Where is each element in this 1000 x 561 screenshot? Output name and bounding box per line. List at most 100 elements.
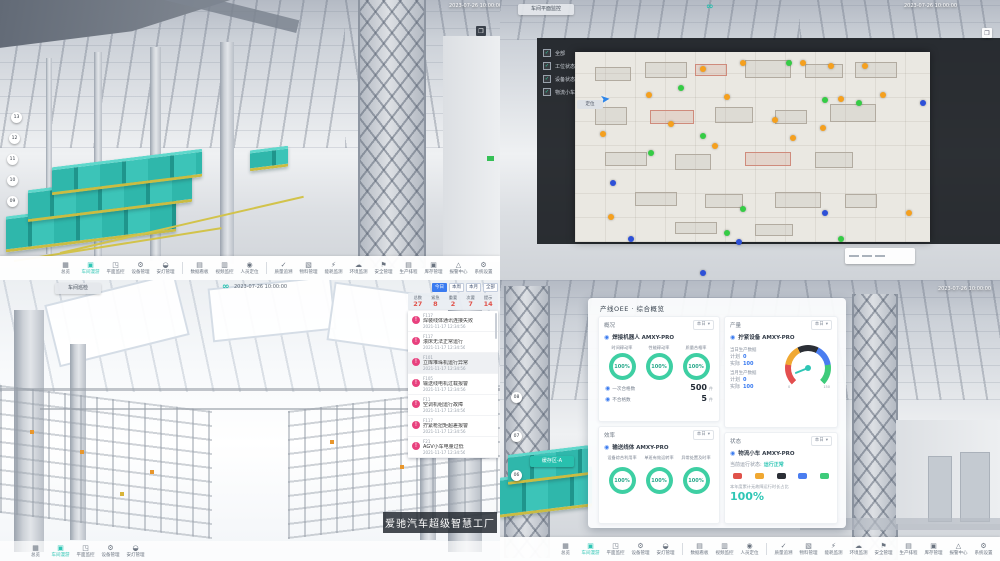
station-marker[interactable]: 06 <box>511 470 522 481</box>
map-scale-panel[interactable] <box>845 248 915 264</box>
toolbar-item[interactable]: ◳ 平面监控 <box>74 544 97 559</box>
station-marker[interactable]: 12 <box>9 133 20 144</box>
toolbar-item[interactable]: ⚡ 能耗监测 <box>822 542 845 557</box>
toolbar-item[interactable]: △ 报警中心 <box>947 542 970 557</box>
scrollbar[interactable] <box>495 313 497 339</box>
status-dot[interactable] <box>856 100 862 106</box>
status-dot[interactable] <box>678 85 684 91</box>
status-dot[interactable] <box>822 97 828 103</box>
toolbar-item[interactable]: ▧ 物料管理 <box>297 261 320 276</box>
toolbar-item[interactable]: ⚙ 设备管理 <box>129 261 152 276</box>
status-dot[interactable] <box>740 60 746 66</box>
legend-row[interactable]: ✓ 设备状态 <box>543 75 615 83</box>
status-dot[interactable] <box>800 60 806 66</box>
toolbar-item[interactable]: ☁ 环境监测 <box>347 261 370 276</box>
status-dot[interactable] <box>668 121 674 127</box>
status-dot[interactable] <box>822 210 828 216</box>
agv-icon[interactable] <box>798 473 807 479</box>
status-dot[interactable] <box>648 150 654 156</box>
toolbar-item[interactable]: ◉ 人员定位 <box>738 542 761 557</box>
agv-icon[interactable] <box>755 473 764 479</box>
toolbar-item[interactable]: ⚙ 设备管理 <box>99 544 122 559</box>
toolbar-item[interactable]: ☁ 环境监测 <box>847 542 870 557</box>
toolbar-item[interactable]: ▤ 数据看板 <box>188 261 211 276</box>
toolbar-item[interactable]: ▤ 数据看板 <box>688 542 711 557</box>
toolbar-item[interactable]: ▣ 车间漫游 <box>579 542 602 557</box>
status-dot[interactable] <box>610 180 616 186</box>
alarm-summary-item[interactable]: 总数 27 <box>409 295 427 308</box>
alarm-list-item[interactable]: ! F117 拧紧枪扭矩超差报警 2021-11-17 12:34:56 <box>408 416 498 437</box>
alarm-filter-chip[interactable]: 全部 <box>483 283 498 292</box>
status-dot[interactable] <box>700 66 706 72</box>
status-dot[interactable] <box>880 92 886 98</box>
view-tab[interactable]: 车间巡检 <box>55 283 101 294</box>
status-dot[interactable] <box>862 63 868 69</box>
status-dot[interactable] <box>700 133 706 139</box>
alarm-list-item[interactable]: ! F105 输送线电机过载报警 2021-11-17 12:34:56 <box>408 374 498 395</box>
station-marker[interactable]: 10 <box>7 175 18 186</box>
view-tab[interactable]: 车间平面监控 <box>518 4 574 15</box>
status-dot[interactable] <box>608 214 614 220</box>
toolbar-item[interactable]: △ 报警中心 <box>447 261 470 276</box>
agv-icon[interactable] <box>733 473 742 479</box>
alarm-list-item[interactable]: ! F11 空调机组运行故障 2021-11-17 12:34:56 <box>408 395 498 416</box>
period-dropdown[interactable]: 本日 ▾ <box>693 430 714 440</box>
toolbar-item[interactable]: ◒ 安灯管理 <box>124 544 147 559</box>
period-dropdown[interactable]: 本日 ▾ <box>811 436 832 446</box>
toolbar-item[interactable]: ⚙ 系统设置 <box>972 542 995 557</box>
toolbar-item[interactable]: ✓ 质量追溯 <box>772 542 795 557</box>
zone-tag[interactable]: 缓存区-A <box>530 456 574 467</box>
legend-row[interactable]: ✓ 物流小车 <box>543 88 615 96</box>
legend-row[interactable]: ✓ 全部 <box>543 49 615 57</box>
toolbar-item[interactable]: ▣ 库存管理 <box>422 261 445 276</box>
checkbox-icon[interactable]: ✓ <box>543 88 551 96</box>
status-dot[interactable] <box>790 135 796 141</box>
toolbar-item[interactable]: ▧ 物料管理 <box>797 542 820 557</box>
toolbar-item[interactable]: ◒ 安灯管理 <box>154 261 177 276</box>
status-dot[interactable] <box>736 239 742 245</box>
legend-row[interactable]: ✓ 工位状态 <box>543 62 615 70</box>
toolbar-item[interactable]: ▣ 车间漫游 <box>79 261 102 276</box>
status-dot[interactable] <box>740 206 746 212</box>
period-dropdown[interactable]: 本日 ▾ <box>693 320 714 330</box>
toolbar-item[interactable]: ⚙ 设备管理 <box>629 542 652 557</box>
alarm-list-item[interactable]: ! F21 AGV小车电量过低 2021-11-17 12:34:56 <box>408 437 498 458</box>
toolbar-item[interactable]: ▥ 视频监控 <box>713 542 736 557</box>
status-dot[interactable] <box>724 230 730 236</box>
toolbar-item[interactable]: ⚡ 能耗监测 <box>322 261 345 276</box>
toolbar-item[interactable]: ◒ 安灯管理 <box>654 542 677 557</box>
station-marker[interactable]: 08 <box>511 392 522 403</box>
station-marker[interactable]: 09 <box>7 196 18 207</box>
status-dot[interactable] <box>838 96 844 102</box>
window-mode-icon[interactable]: ❐ <box>982 28 992 38</box>
status-dot[interactable] <box>820 125 826 131</box>
alarm-summary-item[interactable]: 次要 7 <box>462 295 480 308</box>
status-dot[interactable] <box>712 143 718 149</box>
status-dot[interactable] <box>906 210 912 216</box>
toolbar-item[interactable]: ⚙ 系统设置 <box>472 261 495 276</box>
alarm-list-item[interactable]: ! F101 立库堆垛机运行异常 2021-11-17 12:34:56 <box>408 353 498 374</box>
alarm-summary-item[interactable]: 提示 14 <box>479 295 497 308</box>
checkbox-icon[interactable]: ✓ <box>543 49 551 57</box>
status-dot[interactable] <box>700 270 706 276</box>
window-mode-icon[interactable]: ❐ <box>476 26 486 36</box>
toolbar-item[interactable]: ▤ 生产排程 <box>397 261 420 276</box>
toolbar-item[interactable]: ◉ 人员定位 <box>238 261 261 276</box>
alarm-filter-chip[interactable]: 本周 <box>449 283 464 292</box>
status-dot[interactable] <box>920 100 926 106</box>
status-dot[interactable] <box>646 92 652 98</box>
toolbar-item[interactable]: ▦ 总览 <box>554 542 577 557</box>
checkbox-icon[interactable]: ✓ <box>543 75 551 83</box>
station-marker[interactable]: 11 <box>7 154 18 165</box>
locate-button[interactable]: 定位 <box>577 100 603 109</box>
toolbar-item[interactable]: ✓ 质量追溯 <box>272 261 295 276</box>
toolbar-item[interactable]: ◳ 平面监控 <box>104 261 127 276</box>
alarm-summary-item[interactable]: 重要 2 <box>444 295 462 308</box>
alarm-filter-chip[interactable]: 今日 <box>432 283 447 292</box>
alarm-filter-chip[interactable]: 本月 <box>466 283 481 292</box>
alarm-list-item[interactable]: ! F117 滚床无法正常运行 2021-11-17 12:34:56 <box>408 332 498 353</box>
toolbar-item[interactable]: ⚑ 安全管理 <box>372 261 395 276</box>
status-dot[interactable] <box>786 60 792 66</box>
checkbox-icon[interactable]: ✓ <box>543 62 551 70</box>
alarm-summary-item[interactable]: 紧急 8 <box>427 295 445 308</box>
